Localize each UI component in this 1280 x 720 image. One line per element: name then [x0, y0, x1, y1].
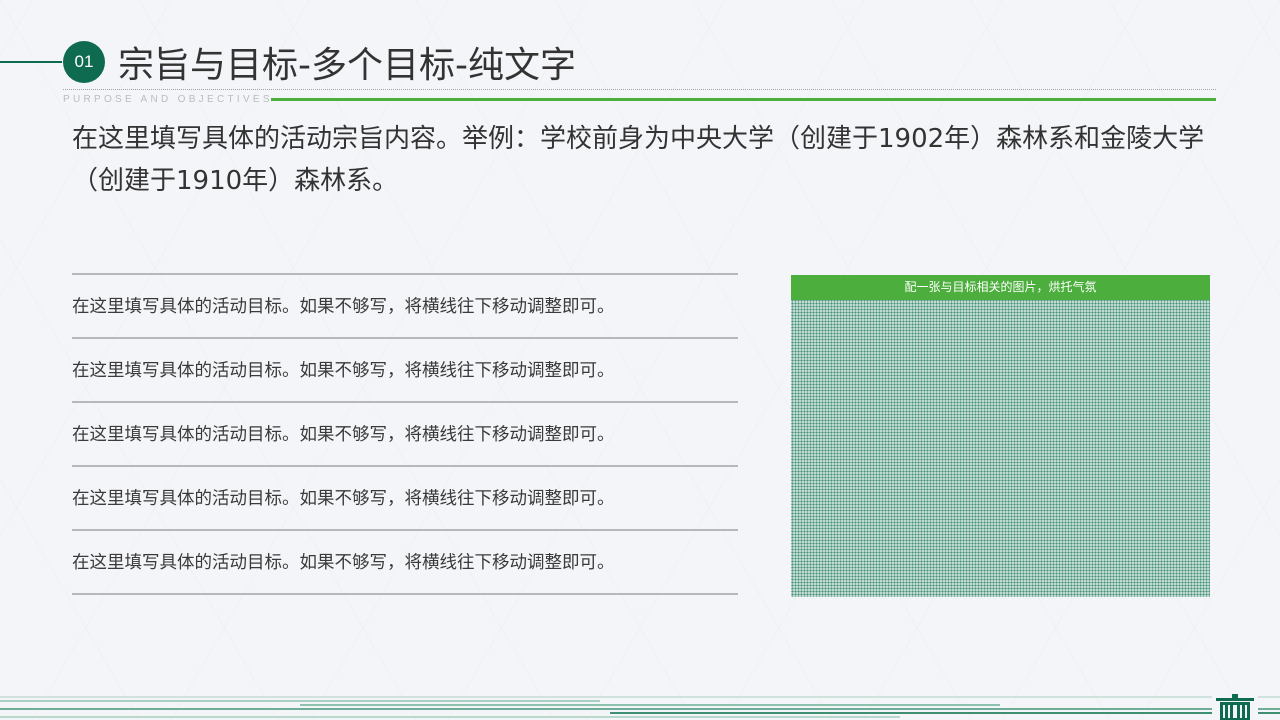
image-caption: 配一张与目标相关的图片，烘托气氛: [791, 275, 1210, 300]
image-placeholder[interactable]: 配一张与目标相关的图片，烘托气氛: [791, 275, 1210, 597]
goal-divider: [72, 593, 738, 595]
intro-paragraph: 在这里填写具体的活动宗旨内容。举例：学校前身为中央大学（创建于1902年）森林系…: [72, 124, 1205, 196]
goal-item: 在这里填写具体的活动目标。如果不够写，将横线往下移动调整即可。: [72, 553, 615, 573]
goal-item: 在这里填写具体的活动目标。如果不够写，将横线往下移动调整即可。: [72, 489, 615, 509]
page-subtitle: PURPOSE AND OBJECTIVES: [63, 94, 273, 105]
goal-item: 在这里填写具体的活动目标。如果不够写，将横线往下移动调整即可。: [72, 297, 615, 317]
building-logo-icon: [1212, 692, 1258, 720]
header-accent-line: [0, 61, 62, 63]
header-dotted-divider: [63, 89, 1216, 90]
footer-decor-band: [0, 694, 1280, 720]
header-green-divider: [271, 98, 1216, 101]
section-number-badge: 01: [63, 41, 105, 83]
goal-item: 在这里填写具体的活动目标。如果不够写，将横线往下移动调整即可。: [72, 425, 615, 445]
goal-list: 在这里填写具体的活动目标。如果不够写，将横线往下移动调整即可。 在这里填写具体的…: [72, 273, 738, 595]
goal-item: 在这里填写具体的活动目标。如果不够写，将横线往下移动调整即可。: [72, 361, 615, 381]
page-title: 宗旨与目标-多个目标-纯文字: [118, 45, 576, 86]
